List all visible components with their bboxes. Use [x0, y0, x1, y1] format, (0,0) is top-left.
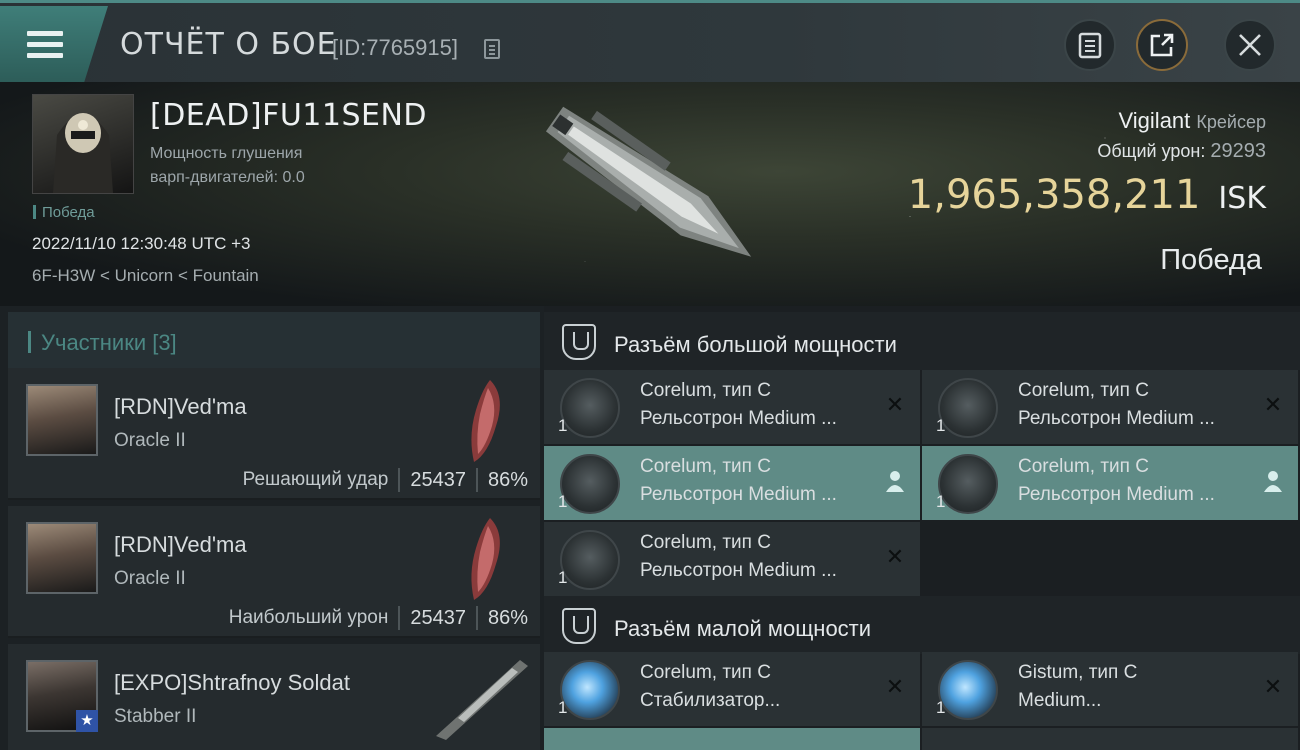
page-title: ОТЧЁТ О БОЕ — [120, 27, 337, 62]
dropped-user-icon — [1262, 470, 1284, 492]
destroyed-icon: ✕ — [1263, 674, 1283, 699]
destroyed-icon: ✕ — [885, 674, 905, 699]
menu-button[interactable] — [0, 6, 108, 82]
railgun-icon — [560, 530, 620, 590]
participant-avatar — [26, 384, 98, 456]
stabilizer-icon — [560, 660, 620, 720]
low-slot-header: Разъём малой мощности — [544, 596, 1300, 654]
menu-icon — [27, 31, 63, 59]
railgun-icon — [560, 378, 620, 438]
participant-ship: Oracle II — [114, 568, 186, 589]
total-damage: Общий урон: 29293 — [1097, 140, 1266, 162]
star-icon: ★ — [76, 710, 98, 732]
module-item[interactable]: 1 Gistum, тип C Medium... ✕ — [922, 652, 1298, 726]
close-button[interactable] — [1224, 19, 1276, 71]
participant-ship: Stabber II — [114, 706, 197, 727]
ship-icon — [471, 380, 500, 462]
railgun-icon — [938, 378, 998, 438]
participant-ship: Oracle II — [114, 430, 186, 451]
ship-icon — [436, 660, 528, 740]
share-button[interactable] — [1136, 19, 1188, 71]
module-item-partial[interactable] — [544, 728, 920, 750]
fitting-panel: Разъём большой мощности 1 Corelum, тип C… — [544, 306, 1300, 750]
participant-stats: Наибольший урон 25437 86% — [228, 606, 528, 630]
clipboard-icon — [1078, 32, 1102, 59]
participant-row[interactable]: ★ [EXPO]Shtrafnoy Soldat Stabber II — [8, 644, 540, 750]
dropped-user-icon — [884, 470, 906, 492]
participant-avatar: ★ — [26, 660, 98, 732]
module-item[interactable]: 1 Corelum, тип C Стабилизатор... ✕ — [544, 652, 920, 726]
module-item[interactable]: 1 Corelum, тип C Рельсотрон Medium ... — [544, 446, 920, 520]
module-item[interactable]: 1 Corelum, тип C Рельсотрон Medium ... ✕ — [922, 370, 1298, 444]
module-item-partial[interactable] — [922, 728, 1298, 750]
participant-row[interactable]: [RDN]Ved'ma Oracle II Решающий удар 2543… — [8, 368, 540, 500]
victim-name[interactable]: [DEAD]FU11SEND — [150, 98, 427, 133]
high-slot-icon — [562, 324, 596, 360]
participants-panel: Участники [3] [RDN]Ved'ma Oracle II Реша… — [0, 306, 544, 750]
victim-ship[interactable]: Vigilant Крейсер — [1119, 108, 1266, 134]
module-item[interactable]: 1 Corelum, тип C Рельсотрон Medium ... ✕ — [544, 370, 920, 444]
railgun-icon — [938, 454, 998, 514]
ship-icon — [471, 518, 500, 600]
warp-jam-strength: Мощность глушения варп-двигателей: 0.0 — [150, 145, 305, 186]
participants-header[interactable]: Участники [3] — [8, 312, 540, 368]
victim-header: [DEAD]FU11SEND Мощность глушения варп-дв… — [0, 82, 1300, 306]
victim-avatar[interactable] — [32, 94, 134, 194]
participant-stats: Решающий удар 25437 86% — [242, 468, 528, 492]
report-id: [ID:7765915] — [332, 35, 458, 60]
railgun-icon — [560, 454, 620, 514]
module-item[interactable]: 1 Corelum, тип C Рельсотрон Medium ... — [922, 446, 1298, 520]
module-item[interactable]: 1 Corelum, тип C Рельсотрон Medium ... ✕ — [544, 522, 920, 596]
result-badge: Победа — [33, 204, 95, 221]
kill-location[interactable]: 6F-H3W < Unicorn < Fountain — [32, 266, 259, 286]
participant-name: [EXPO]Shtrafnoy Soldat — [114, 670, 351, 695]
destroyed-icon: ✕ — [1263, 392, 1283, 417]
outcome-label: Победа — [1160, 244, 1262, 276]
copy-icon[interactable] — [484, 39, 500, 59]
destroyed-icon: ✕ — [885, 544, 905, 569]
participant-name: [RDN]Ved'ma — [114, 394, 247, 419]
participant-name: [RDN]Ved'ma — [114, 532, 247, 557]
top-bar: ОТЧЁТ О БОЕ [ID:7765915] — [0, 0, 1300, 82]
low-slot-icon — [562, 608, 596, 644]
destroyed-icon: ✕ — [885, 392, 905, 417]
module-icon — [938, 660, 998, 720]
participant-row[interactable]: [RDN]Ved'ma Oracle II Наибольший урон 25… — [8, 506, 540, 638]
share-icon — [1150, 33, 1174, 57]
close-icon — [1239, 34, 1261, 56]
clipboard-button[interactable] — [1064, 19, 1116, 71]
high-slot-header: Разъём большой мощности — [544, 312, 1300, 370]
isk-value: 1,965,358,211 ISK — [907, 172, 1266, 218]
participant-avatar — [26, 522, 98, 594]
kill-timestamp: 2022/11/10 12:30:48 UTC +3 — [32, 234, 251, 253]
victim-ship-image[interactable] — [520, 92, 780, 292]
